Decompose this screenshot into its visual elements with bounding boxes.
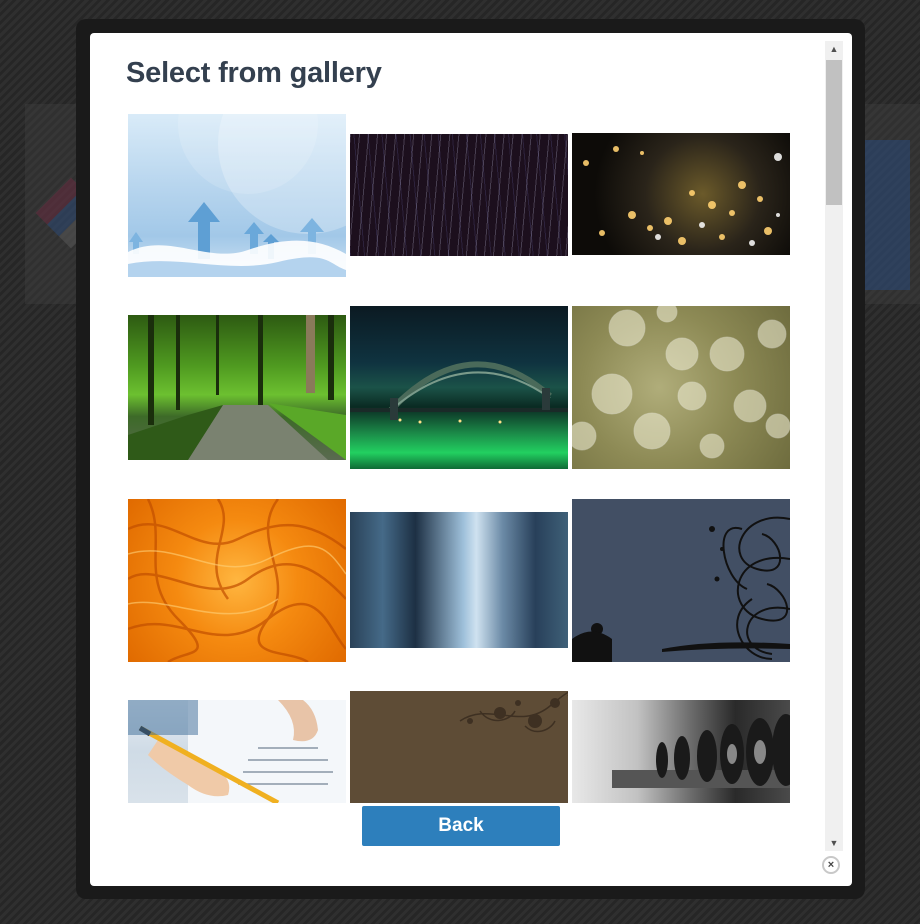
gallery-thumb-gym-dumbbells[interactable] [572,700,790,803]
swirls-art [572,516,790,662]
back-button[interactable]: Back [362,806,560,846]
gallery-grid [90,33,825,803]
orange-art [128,499,346,662]
scroll-down-icon[interactable]: ▼ [825,835,843,851]
writing-art [128,700,346,803]
gallery-thumb-blue-arrows[interactable] [128,114,346,277]
gallery-thumb-writing-hand[interactable] [128,700,346,803]
scrollbar-thumb[interactable] [826,60,842,205]
gallery-thumb-dark-rain[interactable] [350,134,568,256]
bokeh-art [572,306,790,459]
gallery-dialog: Select from gallery ▲ ▼ Back × [90,33,852,886]
gallery-thumb-brown-floral[interactable] [350,691,568,803]
gallery-thumb-olive-bokeh[interactable] [572,306,790,469]
city-lights-art [583,146,782,246]
gallery-thumb-slate-swirls[interactable] [572,499,790,662]
forest-art [128,315,346,460]
gallery-thumb-blue-stripes[interactable] [350,512,568,648]
arrows-art [128,114,346,277]
gallery-thumb-harbour-bridge[interactable] [350,306,568,469]
bridge-art [350,361,568,424]
gallery-thumb-city-lights[interactable] [572,133,790,255]
dumbbells-art [612,714,790,788]
background-blue-panel [860,140,910,290]
gallery-thumb-forest-path[interactable] [128,315,346,460]
floral-art [459,691,568,733]
gallery-thumb-orange-texture[interactable] [128,499,346,662]
scroll-up-icon[interactable]: ▲ [825,41,843,57]
gallery-scrollbar[interactable]: ▲ ▼ [825,41,843,851]
close-icon[interactable]: × [822,856,840,874]
